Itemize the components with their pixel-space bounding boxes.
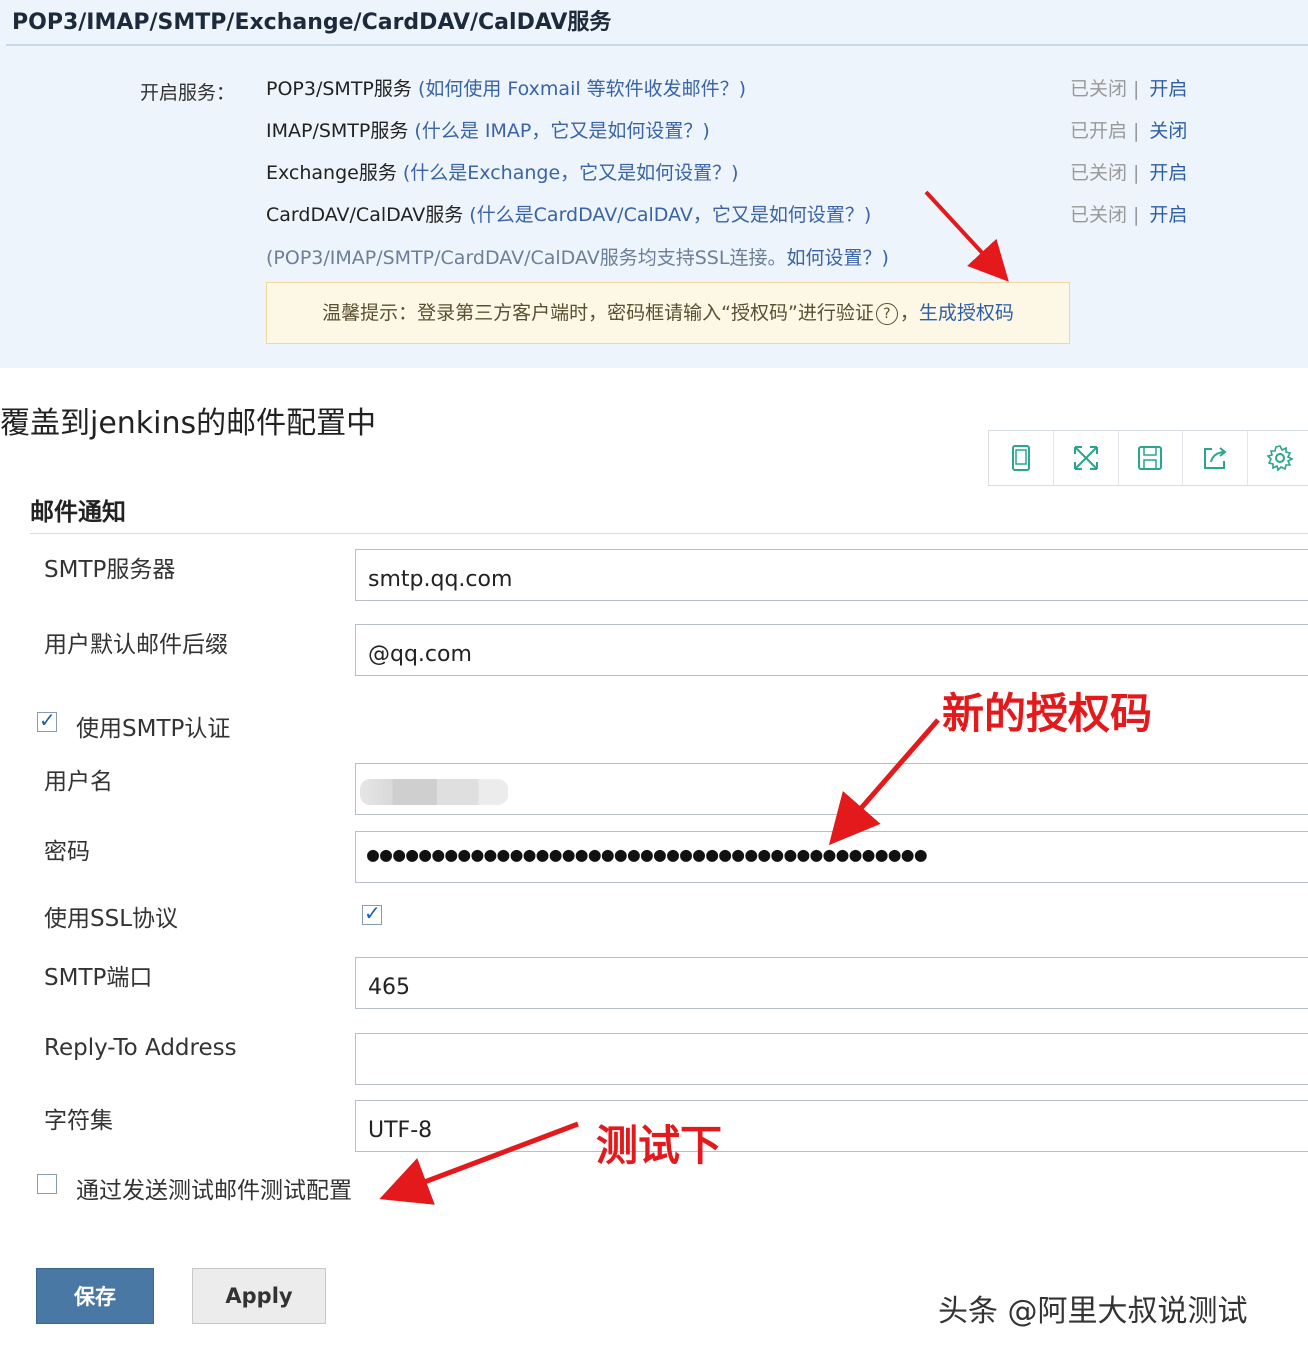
ssl-note-text: (POP3/IMAP/SMTP/CardDAV/CalDAV服务均支持SSL连接…	[266, 247, 787, 269]
expand-icon[interactable]	[1054, 431, 1119, 485]
save-disk-icon[interactable]	[1119, 431, 1184, 485]
service-help-link[interactable]: (什么是Exchange，它又是如何设置？)	[403, 162, 739, 184]
generate-auth-code-link[interactable]: 生成授权码	[919, 302, 1014, 324]
reply-to-label: Reply-To Address	[44, 1035, 237, 1061]
service-name: Exchange服务	[266, 162, 397, 184]
separator: |	[1133, 78, 1140, 100]
service-row-pop3: POP3/SMTP服务 (如何使用 Foxmail 等软件收发邮件？)	[266, 74, 746, 101]
ssl-help-link[interactable]: 如何设置？)	[786, 247, 888, 269]
tablet-icon[interactable]	[989, 431, 1054, 485]
section-divider	[30, 533, 1308, 534]
auth-code-tip-box: 温馨提示：登录第三方客户端时，密码框请输入“授权码”进行验证? ，生成授权码	[266, 282, 1070, 344]
enable-service-label: 开启服务：	[140, 82, 236, 104]
toggle-carddav-link[interactable]: 开启	[1149, 204, 1187, 226]
tip-text: 温馨提示：登录第三方客户端时，密码框请输入“授权码”进行验证	[322, 302, 874, 324]
share-icon[interactable]	[1183, 431, 1249, 485]
test-config-label: 通过发送测试邮件测试配置	[76, 1178, 352, 1204]
settings-gear-icon[interactable]	[1248, 431, 1308, 485]
use-ssl-checkbox[interactable]	[362, 901, 382, 925]
service-row-imap: IMAP/SMTP服务 (什么是 IMAP，它又是如何设置？)	[266, 116, 710, 143]
use-smtp-auth-label: 使用SMTP认证	[76, 716, 231, 742]
annotation-test-it: 测试下	[596, 1121, 723, 1170]
status-text: 已关闭	[1070, 162, 1128, 184]
use-smtp-auth-checkbox[interactable]	[37, 708, 57, 732]
apply-button[interactable]: Apply	[192, 1268, 326, 1324]
toggle-pop3-link[interactable]: 开启	[1149, 78, 1187, 100]
separator: |	[1133, 162, 1140, 184]
charset-input[interactable]	[355, 1100, 1308, 1152]
service-row-exchange: Exchange服务 (什么是Exchange，它又是如何设置？)	[266, 158, 739, 185]
default-suffix-input[interactable]	[355, 624, 1308, 676]
separator: |	[1133, 120, 1140, 142]
default-suffix-label: 用户默认邮件后缀	[44, 632, 228, 658]
reply-to-input[interactable]	[355, 1033, 1308, 1085]
help-circle-icon[interactable]: ?	[875, 302, 898, 325]
editor-toolbar	[988, 430, 1308, 486]
toggle-exchange-link[interactable]: 开启	[1149, 162, 1187, 184]
annotation-new-auth-code: 新的授权码	[942, 689, 1153, 738]
service-row-carddav: CardDAV/CalDAV服务 (什么是CardDAV/CalDAV，它又是如…	[266, 200, 871, 227]
redacted-username	[360, 779, 508, 805]
smtp-port-input[interactable]	[355, 957, 1308, 1009]
qq-mail-panel-title: POP3/IMAP/SMTP/Exchange/CardDAV/CalDAV服务	[12, 10, 612, 35]
service-status-carddav: 已关闭 | 开启	[1070, 200, 1187, 227]
toggle-imap-link[interactable]: 关闭	[1149, 120, 1187, 142]
status-text: 已关闭	[1070, 204, 1128, 226]
status-text: 已开启	[1070, 120, 1128, 142]
save-button[interactable]: 保存	[36, 1268, 154, 1324]
service-help-link[interactable]: (如何使用 Foxmail 等软件收发邮件？)	[418, 78, 746, 100]
service-status-pop3: 已关闭 | 开启	[1070, 74, 1187, 101]
service-status-exchange: 已关闭 | 开启	[1070, 158, 1187, 185]
title-divider	[6, 44, 1308, 46]
service-name: POP3/SMTP服务	[266, 78, 412, 100]
section-heading: 覆盖到jenkins的邮件配置中	[0, 406, 377, 441]
watermark: 头条 @阿里大叔说测试	[938, 1294, 1248, 1329]
ssl-support-note: (POP3/IMAP/SMTP/CardDAV/CalDAV服务均支持SSL连接…	[266, 243, 889, 270]
smtp-port-label: SMTP端口	[44, 965, 153, 991]
password-mask: ●●●●●●●●●●●●●●●●●●●●●●●●●●●●●●●●●●●●●●●●…	[367, 842, 928, 866]
use-ssl-label: 使用SSL协议	[44, 906, 179, 932]
smtp-server-label: SMTP服务器	[44, 557, 176, 583]
service-help-link[interactable]: (什么是 IMAP，它又是如何设置？)	[414, 120, 709, 142]
tip-punct: ，	[899, 302, 919, 324]
username-label: 用户名	[44, 769, 113, 795]
service-name: IMAP/SMTP服务	[266, 120, 409, 142]
service-help-link[interactable]: (什么是CardDAV/CalDAV，它又是如何设置？)	[469, 204, 871, 226]
test-config-checkbox[interactable]	[37, 1174, 57, 1194]
status-text: 已关闭	[1070, 78, 1128, 100]
email-notification-title: 邮件通知	[30, 498, 126, 526]
charset-label: 字符集	[44, 1108, 113, 1134]
separator: |	[1133, 204, 1140, 226]
service-status-imap: 已开启 | 关闭	[1070, 116, 1187, 143]
service-name: CardDAV/CalDAV服务	[266, 204, 464, 226]
password-label: 密码	[44, 839, 90, 865]
smtp-server-input[interactable]	[355, 549, 1308, 601]
